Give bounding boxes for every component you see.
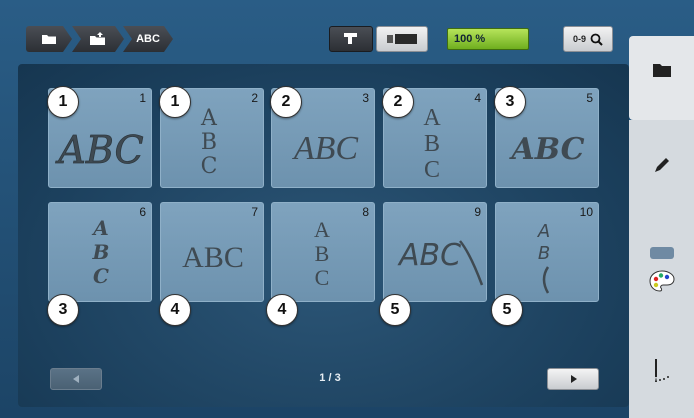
badge-number: 1 [170,93,180,110]
design-tile[interactable]: 10 AB [495,202,599,302]
svg-text:C: C [93,264,109,288]
design-tile[interactable]: 6 ABC [48,202,152,302]
pencil-icon [654,158,669,172]
svg-text:B: B [92,240,110,264]
numeric-label: 0-9 [572,34,586,44]
svg-text:C: C [315,265,330,290]
font-group-badge: 1 [47,86,79,118]
svg-text:ABC: ABC [292,130,359,167]
design-tile[interactable]: 7 ABC [160,202,264,302]
triangle-right-icon [570,375,577,383]
font-group-badge: 3 [494,86,526,118]
svg-text:ABC: ABC [397,238,461,273]
svg-text:ABC: ABC [182,241,244,274]
folder-icon [41,33,57,45]
tab-indicator [650,247,674,259]
hoop-icon [387,34,417,44]
font-group-badge: 4 [266,294,298,326]
svg-text:B: B [315,241,330,266]
badge-number: 1 [58,93,68,110]
next-page-button[interactable] [547,368,599,390]
svg-text:C: C [424,157,440,183]
page-indicator: 1 / 3 [319,372,341,384]
numeric-search-button[interactable]: 0-9 [563,26,613,52]
badge-number: 5 [502,301,512,318]
font-group-badge: 2 [382,86,414,118]
svg-text:A: A [537,221,550,242]
sewing-machine-icon [344,33,357,44]
color-tab[interactable] [629,244,694,318]
svg-text:A: A [423,105,441,131]
hoop-view-button[interactable] [376,26,428,52]
palette-icon [649,270,675,292]
font-group-badge: 5 [491,294,523,326]
font-group-badge: 3 [47,294,79,326]
side-tab-selected[interactable] [629,36,694,120]
design-tile[interactable]: 9 ABC [383,202,487,302]
badge-number: 4 [277,301,287,318]
edit-tab[interactable] [629,128,694,202]
zoom-indicator[interactable]: 100 % [447,28,529,50]
folder-upload-icon [89,32,107,46]
svg-text:C: C [201,154,218,179]
stitch-tab[interactable] [629,334,694,408]
badge-number: 2 [393,93,403,110]
font-group-badge: 2 [270,86,302,118]
machine-view-button[interactable] [329,26,373,52]
svg-text:ABC: ABC [55,128,143,172]
badge-number: 5 [390,301,400,318]
needle-icon [654,359,669,382]
svg-text:A: A [314,217,330,242]
font-group-badge: 5 [379,294,411,326]
triangle-left-icon [72,375,79,383]
zoom-value: 100 % [454,33,486,45]
badge-number: 2 [281,93,291,110]
design-tile[interactable]: 8 ABC [271,202,375,302]
font-group-badge: 4 [159,294,191,326]
svg-text:A: A [200,106,218,131]
abc-design-preview: ABC [182,241,244,274]
svg-text:B: B [424,131,440,157]
folder-icon [653,64,671,77]
font-group-badge: 1 [159,86,191,118]
svg-text:B: B [538,243,550,264]
abc-design-preview: ABC [397,238,484,286]
search-icon [590,33,603,46]
svg-text:ABC: ABC [508,132,584,167]
abc-design-preview: ABC [314,217,330,290]
svg-text:A: A [91,216,109,240]
breadcrumb-current-label: ABC [136,33,160,45]
svg-text:B: B [201,130,217,155]
prev-page-button[interactable] [50,368,102,390]
abc-design-preview: ABC [91,216,110,288]
breadcrumb-root[interactable] [26,26,72,52]
abc-design-preview: AB [537,221,550,294]
badge-number: 4 [170,301,180,318]
badge-number: 3 [505,93,515,110]
badge-number: 3 [58,301,68,318]
